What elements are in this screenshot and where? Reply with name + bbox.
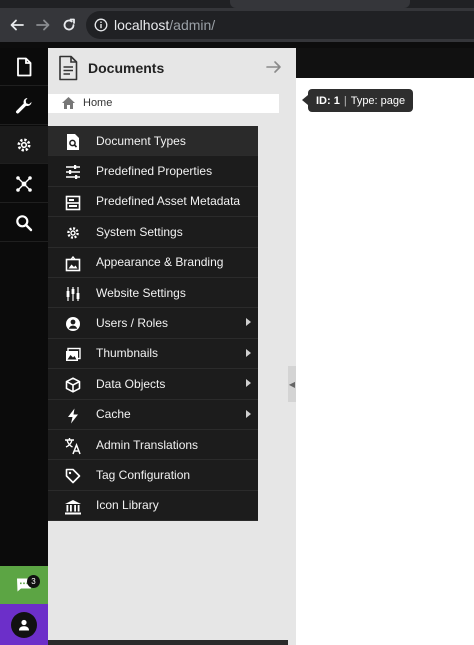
address-bar[interactable]: localhost/admin/ (86, 11, 474, 39)
submenu-caret-icon (246, 409, 251, 418)
menu-item-users-roles[interactable]: Users / Roles (48, 308, 258, 339)
menu-item-website-settings[interactable]: Website Settings (48, 278, 258, 309)
menu-item-label: Predefined Properties (96, 164, 213, 179)
network-icon (16, 175, 32, 192)
tooltip-id: ID: 1 (316, 94, 340, 107)
reload-icon[interactable] (58, 14, 80, 36)
user-profile-button[interactable] (0, 604, 48, 645)
lightning-icon (64, 407, 82, 425)
documents-panel-header: Documents (48, 48, 296, 88)
notifications-button[interactable]: 3 (0, 566, 48, 604)
menu-item-label: Thumbnails (96, 346, 159, 361)
tooltip-type: Type: page (350, 94, 406, 107)
document-tooltip: ID: 1 | Type: page (301, 89, 414, 112)
settings-nav-button[interactable] (0, 126, 48, 164)
panel-collapse-handle[interactable]: ◀ (288, 366, 296, 402)
wrench-icon (16, 97, 32, 113)
menu-item-label: Admin Translations (96, 437, 199, 452)
back-arrow-icon[interactable] (6, 14, 28, 36)
submenu-caret-icon (246, 348, 251, 357)
panel-bottom-bar (48, 640, 288, 645)
arrow-right-icon[interactable] (265, 58, 283, 76)
browser-tab-edge (230, 0, 410, 8)
search-nav-button[interactable] (0, 204, 48, 242)
menu-item-label: Tag Configuration (96, 467, 191, 482)
search-icon (16, 214, 33, 231)
menu-item-label: Data Objects (96, 376, 166, 391)
tree-item-label: Home (83, 97, 113, 109)
main-toolbar (296, 48, 474, 78)
browser-tab-strip (0, 0, 474, 8)
menu-item-document-types[interactable]: Document Types (48, 126, 258, 157)
library-icon (64, 498, 82, 516)
menu-item-label: Users / Roles (96, 316, 169, 331)
gear-icon (64, 224, 82, 242)
submenu-caret-icon (246, 318, 251, 327)
menu-item-admin-translations[interactable]: Admin Translations (48, 430, 258, 461)
url-text: localhost/admin/ (114, 17, 215, 33)
menu-item-cache[interactable]: Cache (48, 400, 258, 430)
settings-menu: Document Types Predefined Properties Pre… (48, 126, 258, 522)
home-icon (62, 97, 75, 109)
sliders-icon (64, 163, 82, 181)
site-info-icon[interactable] (94, 18, 108, 32)
tools-nav-button[interactable] (0, 87, 48, 125)
menu-item-predefined-asset-metadata[interactable]: Predefined Asset Metadata (48, 187, 258, 218)
menu-item-appearance-branding[interactable]: Appearance & Branding (48, 248, 258, 278)
url-host: localhost (114, 17, 170, 33)
translate-icon (64, 437, 82, 455)
browser-toolbar: localhost/admin/ (0, 8, 474, 42)
menu-item-icon-library[interactable]: Icon Library (48, 491, 258, 522)
menu-item-label: System Settings (96, 224, 183, 239)
notification-count-badge: 3 (27, 575, 40, 588)
tooltip-separator: | (343, 94, 347, 107)
tag-icon (64, 467, 82, 485)
url-path: /admin/ (169, 17, 216, 33)
metadata-icon (64, 194, 82, 212)
photos-icon (64, 346, 82, 364)
menu-item-label: Document Types (96, 133, 186, 148)
menu-item-label: Appearance & Branding (96, 255, 224, 270)
datahub-nav-button[interactable] (0, 165, 48, 203)
file-nav-button[interactable] (0, 48, 48, 86)
menu-item-thumbnails[interactable]: Thumbnails (48, 339, 258, 370)
page: localhost/admin/ 3 Documents Home ◀ ID: … (0, 0, 474, 645)
tree-item-home[interactable]: Home (48, 94, 279, 113)
user-icon (19, 619, 29, 630)
main-navigation-rail (0, 48, 48, 645)
menu-item-label: Website Settings (96, 285, 186, 300)
menu-item-label: Predefined Asset Metadata (96, 194, 241, 209)
image-frame-icon (64, 255, 82, 273)
forward-arrow-icon[interactable] (32, 14, 54, 36)
cube-icon (64, 376, 82, 394)
menu-item-predefined-properties[interactable]: Predefined Properties (48, 156, 258, 187)
avatar (11, 611, 37, 638)
user-circle-icon (64, 315, 82, 333)
candles-icon (64, 285, 82, 303)
document-search-icon (64, 133, 82, 151)
menu-item-label: Icon Library (96, 498, 159, 513)
panel-title: Documents (88, 60, 165, 76)
menu-item-tag-configuration[interactable]: Tag Configuration (48, 460, 258, 491)
menu-item-data-objects[interactable]: Data Objects (48, 369, 258, 400)
gear-icon (17, 138, 31, 151)
file-icon (17, 57, 32, 76)
document-icon (59, 55, 78, 81)
menu-item-label: Cache (96, 407, 131, 422)
submenu-caret-icon (246, 379, 251, 388)
menu-item-system-settings[interactable]: System Settings (48, 217, 258, 248)
